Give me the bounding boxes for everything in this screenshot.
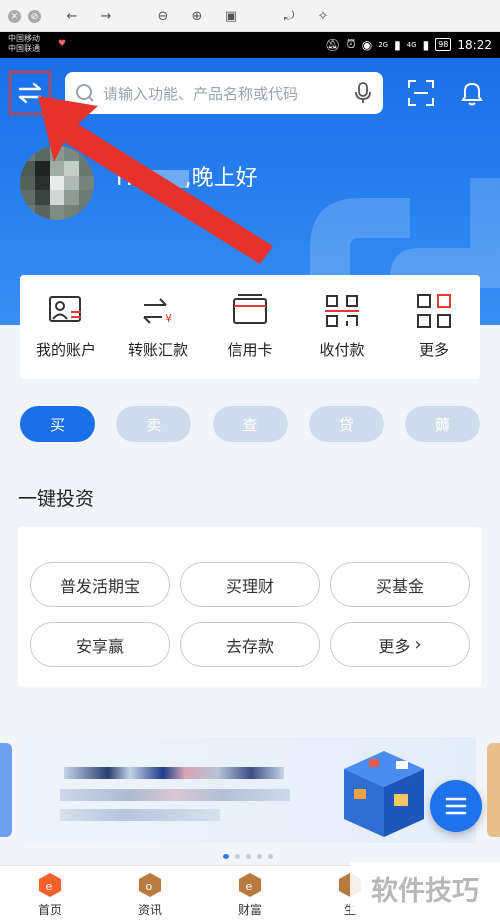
- nav-label: 首页: [37, 903, 62, 917]
- clock: 18:22: [457, 37, 492, 52]
- switch-account-button[interactable]: [9, 71, 51, 115]
- tab-buy[interactable]: 买: [20, 406, 95, 442]
- quick-action-my-account[interactable]: 我的账户: [20, 275, 112, 379]
- invest-more-label: 更多: [378, 636, 411, 656]
- action-tabs: 买 卖 查 贷 薅: [20, 406, 480, 442]
- home-hexagon-icon: e: [39, 873, 61, 897]
- svg-text:e: e: [246, 880, 253, 893]
- fit-screen-icon[interactable]: ▣: [223, 8, 239, 24]
- switch-arrows-icon: [18, 82, 42, 104]
- invest-option-button[interactable]: 买理财: [180, 562, 320, 607]
- rotate-icon[interactable]: ⤾: [281, 8, 297, 24]
- search-icon: [76, 84, 94, 102]
- greeting: Hi ,晚上好: [116, 160, 258, 192]
- invest-option-button[interactable]: 普发活期宝: [30, 562, 170, 607]
- quick-action-credit-card[interactable]: 信用卡: [204, 275, 296, 379]
- menu-lines-icon: [445, 797, 467, 815]
- quick-action-label: 信用卡: [227, 341, 273, 359]
- banner-next-peek[interactable]: [487, 743, 500, 837]
- news-hexagon-icon: o: [139, 873, 161, 897]
- block-icon[interactable]: ⊘: [28, 10, 41, 23]
- quick-action-transfer[interactable]: ¥ 转账汇款: [112, 275, 204, 379]
- avatar[interactable]: [20, 146, 94, 220]
- nav-label: 财富: [237, 903, 262, 917]
- zoom-out-icon[interactable]: ⊖: [155, 8, 171, 24]
- svg-text:e: e: [46, 880, 53, 893]
- quick-action-label: 更多: [418, 341, 449, 359]
- blurred-banner-text: [60, 809, 220, 821]
- wealth-hexagon-icon: e: [239, 873, 261, 897]
- floating-menu-button[interactable]: [430, 780, 482, 832]
- magic-wand-icon[interactable]: ✧: [315, 8, 331, 24]
- nav-item-wealth[interactable]: e 财富: [200, 866, 300, 921]
- promo-banner[interactable]: [24, 737, 476, 843]
- tab-query[interactable]: 查: [212, 406, 288, 442]
- blurred-username: [138, 170, 189, 188]
- status-bar: 中国移动 中国联通 ♥ 🔕︎ ⏰︎ ◉ 2G ▮ 4G ▮ 98 18:22: [0, 32, 500, 58]
- carrier-1: 中国移动: [8, 34, 40, 43]
- quick-action-label: 我的账户: [35, 341, 96, 359]
- tab-loan[interactable]: 贷: [308, 406, 384, 442]
- quick-actions-card: 我的账户 ¥ 转账汇款 信用卡 收付款 更多: [20, 275, 480, 379]
- network-4g-label: 4G: [406, 40, 417, 49]
- search-input[interactable]: 请输入功能、产品名称或代码: [65, 72, 383, 114]
- banner-illustration: [344, 751, 424, 837]
- quick-action-payment[interactable]: 收付款: [296, 275, 388, 379]
- quick-action-more[interactable]: 更多: [388, 275, 480, 379]
- network-2g-label: 2G: [378, 40, 389, 49]
- invest-option-button[interactable]: 买基金: [330, 562, 470, 607]
- transfer-yuan-icon: ¥: [143, 298, 172, 325]
- quick-action-label: 转账汇款: [127, 341, 188, 359]
- carrier-2: 中国联通: [8, 44, 40, 53]
- greeting-suffix: ,晚上好: [184, 166, 258, 191]
- forward-arrow-icon[interactable]: →: [98, 8, 114, 24]
- zoom-in-icon[interactable]: ⊕: [189, 8, 205, 24]
- chevron-right-icon: ›: [414, 634, 422, 655]
- quick-action-label: 收付款: [319, 341, 365, 359]
- signal-icon-2: ▮: [422, 37, 430, 52]
- eye-icon: ◉: [361, 37, 373, 52]
- nav-item-news[interactable]: o 资讯: [100, 866, 200, 921]
- notification-bell-icon[interactable]: [457, 78, 487, 108]
- nav-item-home[interactable]: e 首页: [0, 866, 100, 921]
- grid-more-icon: [417, 294, 451, 328]
- carousel-dot[interactable]: [257, 854, 262, 859]
- signal-icon: ▮: [394, 37, 401, 52]
- blurred-banner-subtitle: [60, 789, 290, 801]
- back-arrow-icon[interactable]: ←: [64, 8, 80, 24]
- carousel-indicator: [223, 854, 273, 859]
- invest-more-button[interactable]: 更多 ›: [330, 622, 470, 667]
- invest-option-button[interactable]: 去存款: [180, 622, 320, 667]
- invest-options-card: 普发活期宝 买理财 买基金 安享赢 去存款 更多 ›: [18, 527, 482, 687]
- image-viewer-toolbar: ✕ ⊘ ← → ⊖ ⊕ ▣ ⤾ ✧: [0, 0, 500, 32]
- nav-label: 资讯: [137, 903, 162, 917]
- tab-sell[interactable]: 卖: [116, 406, 192, 442]
- close-icon[interactable]: ✕: [8, 10, 21, 23]
- carousel-dot[interactable]: [268, 854, 273, 859]
- carousel-dot[interactable]: [235, 854, 240, 859]
- greeting-prefix: Hi: [116, 166, 139, 191]
- status-icons: 🔕︎ ⏰︎ ◉ 2G ▮ 4G ▮ 98 18:22: [325, 37, 492, 52]
- carousel-dot[interactable]: [223, 854, 229, 859]
- carrier-info: 中国移动 中国联通: [8, 34, 40, 54]
- search-placeholder: 请输入功能、产品名称或代码: [103, 84, 299, 103]
- carousel-dot[interactable]: [246, 854, 251, 859]
- tab-benefits[interactable]: 薅: [405, 406, 480, 442]
- battery-level: 98: [435, 38, 452, 51]
- invest-option-button[interactable]: 安享赢: [30, 622, 170, 667]
- account-card-icon: [49, 296, 81, 322]
- mute-icon: 🔕︎: [325, 37, 341, 52]
- heart-icon: ♥: [58, 39, 67, 49]
- credit-card-icon: [233, 294, 267, 324]
- qr-code-icon: [325, 295, 359, 327]
- alarm-icon: ⏰︎: [346, 37, 356, 51]
- microphone-icon[interactable]: [355, 82, 371, 104]
- blurred-banner-title: [64, 767, 284, 779]
- banner-prev-peek[interactable]: [0, 743, 12, 837]
- svg-text:o: o: [146, 880, 153, 893]
- scan-icon[interactable]: [406, 78, 436, 108]
- svg-text:¥: ¥: [165, 312, 172, 325]
- section-title-invest: 一键投资: [18, 488, 95, 510]
- watermark: 软件技巧: [350, 862, 500, 914]
